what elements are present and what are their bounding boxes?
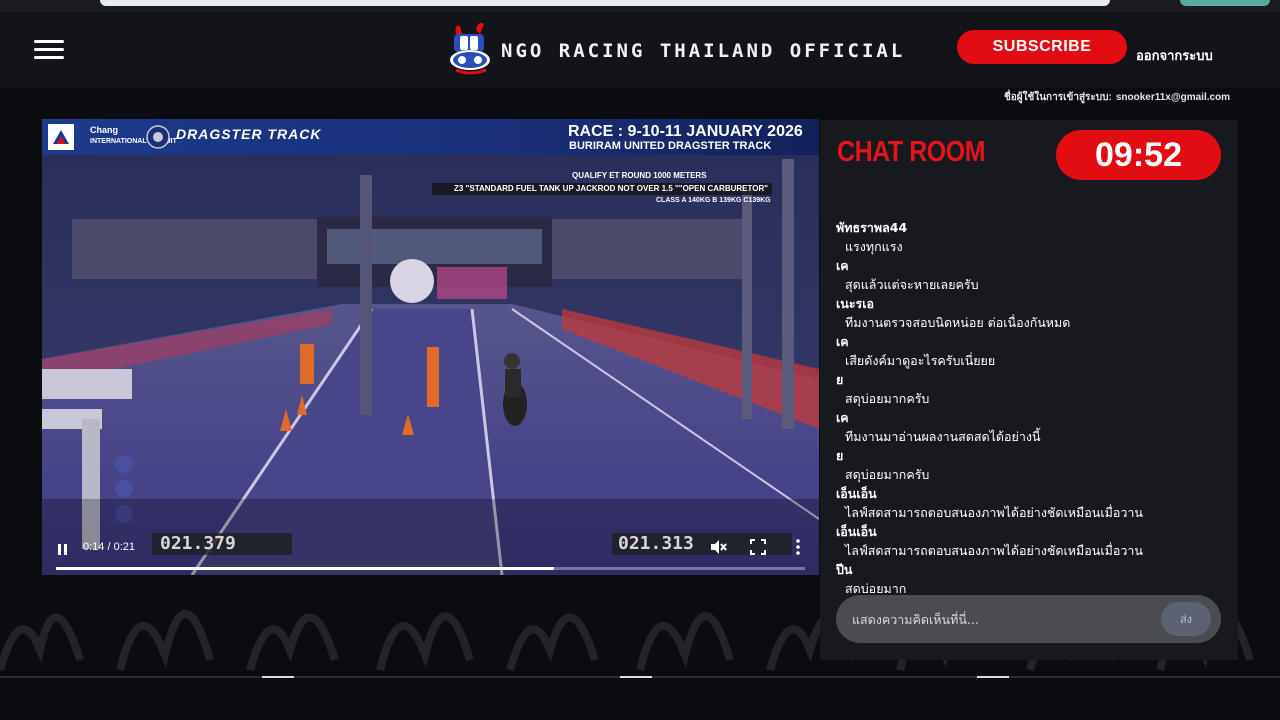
race-round-info: QUALIFY ET ROUND 1000 METERS [572,171,707,180]
login-info: ชื่อผู้ใช้ในการเข้าสู่ระบบ: snooker11x@gm… [1004,90,1230,105]
chat-message-text: ทีมงานตรวจสอบนิดหน่อย ต่อเนื่องกันหมด [845,315,1071,330]
chat-message: เอ็นเอ็นไลฟ์สดสามารถตอบสนองภาพได้อย่างชั… [836,522,1226,560]
browser-strip [0,0,1280,12]
video-time: 0:14 / 0:21 [83,541,135,553]
subscribe-button[interactable]: SUBSCRIBE [957,30,1127,64]
send-button[interactable]: ส่ง [1161,602,1211,636]
chat-title: CHAT ROOM [837,136,986,168]
chat-message: ยสดุบ่อยมากครับ [836,446,1226,484]
chat-message-user: เอ็นเอ็น [836,524,877,539]
chat-message-text: เสียดังค์มาดูอะไรครับเนี่ยยย [845,353,996,368]
logout-link[interactable]: ออกจากระบบ [1136,45,1213,66]
race-subtitle: BURIRAM UNITED DRAGSTER TRACK [569,140,772,152]
chat-input[interactable] [852,607,1152,631]
more-vert-icon[interactable] [788,537,808,557]
bottom-divider [0,676,1280,678]
site-header: NGO RACING THAILAND OFFICIAL SUBSCRIBE อ… [0,12,1280,88]
video-progress-bar[interactable] [56,567,805,570]
chat-messages[interactable]: พัทธราพล44 แรงทุกแรง เค สุดแล้วแต่จะหายเลยค… [836,218,1226,593]
chat-message-text: สดุบ่อยมาก [845,581,907,593]
chat-message: เคเสียดังค์มาดูอะไรครับเนี่ยยย [836,332,1226,370]
chat-message-user: เอ็นเอ็น [836,486,877,501]
football-club-emblem [146,125,170,149]
menu-icon[interactable] [34,40,64,60]
sponsor-emblem [48,124,74,150]
race-title: RACE : 9-10-11 JANUARY 2026 [568,123,803,140]
chat-message-user: เค [836,410,849,425]
race-class-weights: CLASS A 140KG B 139KG C139KG [656,197,771,204]
countdown-timer: 09:52 [1056,130,1221,180]
mute-icon[interactable] [708,537,728,557]
chat-message-user: พัทธราพล44 [836,220,908,235]
browser-address-bar[interactable] [100,0,1110,6]
chat-message-user: เนะรเอ [836,296,875,311]
chat-message-text: ไลฟ์สดสามารถตอบสนองภาพได้อย่างชัดเหมือนเ… [845,543,1143,558]
chat-message-text: ทีมงานมาอ่านผลงานสดสดได้อย่างนี้ [845,429,1041,444]
video-controls: 0:14 / 0:21 [42,535,819,575]
chat-message-text: สุดแล้วแต่จะหายเลยครับ [845,277,979,292]
chat-message: เนะรเอทีมงานตรวจสอบนิดหน่อย ต่อเนื่องกัน… [836,294,1226,332]
chat-input-container: ส่ง [836,595,1221,643]
chat-message-text: ไลฟ์สดสามารถตอบสนองภาพได้อย่างชัดเหมือนเ… [845,505,1143,520]
chat-message: เคทีมงานมาอ่านผลงานสดสดได้อย่างนี้ [836,408,1226,446]
ngo-logo[interactable] [446,20,494,78]
chat-message: ยสดุบ่อยมากครับ [836,370,1226,408]
chat-message-user: ปีน [836,562,853,577]
sponsor-dragster: DRAGSTER TRACK [176,126,322,142]
login-label: ชื่อผู้ใช้ในการเข้าสู่ระบบ: [1004,92,1112,103]
pause-icon[interactable] [56,543,70,557]
browser-action-pill[interactable] [1180,0,1270,6]
chat-message: พัทธราพล44 แรงทุกแรง [836,218,1226,256]
chat-message-text: สดุบ่อยมากครับ [845,391,930,406]
fullscreen-icon[interactable] [748,537,768,557]
race-class-rules: Z3 "STANDARD FUEL TANK UP JACKROD NOT OV… [432,183,772,195]
chat-room: CHAT ROOM 09:52 พัทธราพล44 แรงทุกแรง เค สุด… [820,120,1238,660]
brand-title: NGO RACING THAILAND OFFICIAL [501,40,906,62]
sponsor-chang-label: Chang [90,125,118,135]
chat-message-text: สดุบ่อยมากครับ [845,467,930,482]
chat-message-user: เค [836,258,849,273]
video-player[interactable]: Chang INTERNATIONAL CIRCUIT DRAGSTER TRAC… [42,119,819,575]
chat-message: เอ็นเอ็นไลฟ์สดสามารถตอบสนองภาพได้อย่างชั… [836,484,1226,522]
video-progress-fill [56,567,555,570]
race-banner: Chang INTERNATIONAL CIRCUIT DRAGSTER TRAC… [42,119,819,155]
login-email: snooker11x@gmail.com [1115,92,1231,103]
chat-message: ปีนสดุบ่อยมาก [836,560,1226,593]
chat-message-user: ย [836,448,844,463]
race-info-strip: QUALIFY ET ROUND 1000 METERS Z3 "STANDAR… [432,169,777,207]
chat-message: เคสุดแล้วแต่จะหายเลยครับ [836,256,1226,294]
chat-message-user: ย [836,372,844,387]
chat-message-text: แรงทุกแรง [845,239,903,254]
chat-message-user: เค [836,334,849,349]
